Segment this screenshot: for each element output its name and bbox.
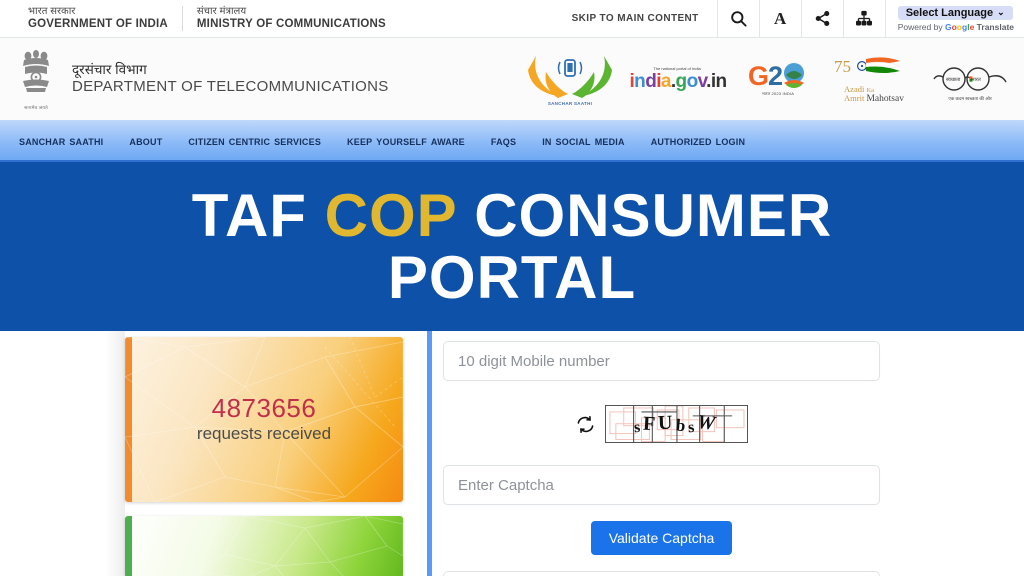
skip-to-main-content-link[interactable]: SKIP TO MAIN CONTENT (554, 0, 717, 38)
department-name-english: DEPARTMENT OF TELECOMMUNICATIONS (72, 78, 389, 96)
azadi-line2: Ka (866, 86, 875, 94)
search-icon[interactable] (716, 0, 759, 38)
mobile-number-placeholder: 10 digit Mobile number (458, 352, 610, 370)
nav-item-in-social-media[interactable]: In Social Media (529, 133, 638, 148)
form-column: 10 digit Mobile number sFUbsW Enter Capt… (427, 331, 1024, 576)
sanchar-saathi-label: SANCHAR SAATHI (547, 100, 593, 106)
font-size-icon[interactable]: A (758, 0, 801, 38)
emblem-motto: सत्यमेव जयते (24, 105, 48, 110)
government-of-india-block: भारत सरकार GOVERNMENT OF INDIA (0, 6, 182, 31)
stat-card-requests-received: 4873656 requests received (125, 337, 403, 502)
india-gov-wordmark: india.gov.in (629, 71, 727, 92)
captcha-display-row: sFUbsW (443, 405, 880, 443)
gov-india-hindi: भारत सरकार (28, 6, 76, 18)
g20-subtitle: भारत 2023 INDIA (761, 91, 795, 96)
captcha-text: sFUbsW (633, 410, 720, 436)
nav-item-faqs[interactable]: FAQs (478, 133, 529, 148)
banner-taf: TAF (191, 182, 325, 250)
top-utility-bar: भारत सरकार GOVERNMENT OF INDIA संचार मंत… (0, 0, 1024, 38)
banner-cop: COP (324, 182, 457, 250)
ministry-english: MINISTRY OF COMMUNICATIONS (196, 17, 386, 30)
government-identity: भारत सरकार GOVERNMENT OF INDIA संचार मंत… (0, 6, 400, 31)
chevron-down-icon: ⌄ (997, 7, 1005, 17)
powered-by-google-translate: Powered by Google Translate (897, 21, 1014, 32)
stat-card-body (125, 516, 403, 576)
india-gov-in-logo[interactable]: The national portal of India india.gov.i… (629, 59, 727, 99)
stat-label: requests received (196, 424, 332, 444)
department-name-hindi: दूरसंचार विभाग (72, 61, 147, 77)
main-navigation: Sanchar Saathi About Citizen Centric Ser… (0, 120, 1024, 162)
g20-wordmark: G2 (747, 60, 783, 91)
azadi-line3: Amrit (844, 93, 865, 103)
gov-india-english: GOVERNMENT OF INDIA (28, 17, 168, 30)
banner-title-line1: TAF COP CONSUMER (192, 185, 832, 246)
powered-by-label: Powered by (897, 21, 943, 32)
mobile-number-input[interactable]: 10 digit Mobile number (443, 341, 880, 381)
language-selector[interactable]: Select Language ⌄ Powered by Google Tran… (884, 0, 1024, 38)
column-divider (427, 331, 432, 576)
share-icon[interactable] (800, 0, 843, 38)
font-size-glyph: A (774, 8, 787, 28)
azadi-line1: Azadi (844, 83, 865, 94)
partner-logos: SANCHAR SAATHI The national portal of In… (522, 50, 1024, 108)
nav-item-about[interactable]: About (116, 133, 175, 148)
nav-item-citizen-centric-services[interactable]: Citizen Centric Services (175, 133, 334, 148)
additional-input-field[interactable] (443, 571, 880, 576)
translate-label: Translate (976, 21, 1014, 32)
captcha-input-placeholder: Enter Captcha (458, 476, 554, 494)
refresh-icon[interactable] (576, 415, 595, 434)
swachh-bharat-tagline: एक कदम स्वच्छता की ओर (948, 96, 992, 101)
swachh-bharat-logo[interactable]: स्वच्छता भारत एक कदम स्वच्छता की ओर (930, 56, 1010, 102)
sitemap-icon[interactable] (842, 0, 885, 38)
captcha-input[interactable]: Enter Captcha (443, 465, 880, 505)
azadi-line4: Mahotsav (866, 94, 904, 104)
captcha-image: sFUbsW (604, 405, 748, 443)
g20-logo[interactable]: G2 भारत 2023 INDIA (738, 55, 818, 103)
azadi-ka-amrit-mahotsav-logo[interactable]: 75 Azadi Ka Amrit Mahotsav (832, 53, 916, 105)
department-header: सत्यमेव जयते दूरसंचार विभाग DEPARTMENT O… (0, 38, 1024, 120)
validate-captcha-button[interactable]: Validate Captcha (590, 521, 733, 555)
select-language-pill[interactable]: Select Language ⌄ (897, 5, 1013, 20)
ministry-hindi: संचार मंत्रालय (196, 6, 247, 18)
svg-text:स्वच्छता: स्वच्छता (946, 77, 961, 83)
national-emblem-icon: सत्यमेव जयते (16, 47, 56, 111)
page-root: भारत सरकार GOVERNMENT OF INDIA संचार मंत… (0, 0, 1024, 576)
statistics-column: 4873656 requests received (0, 331, 427, 576)
svg-text:भारत: भारत (971, 77, 981, 83)
page-title-banner: TAF COP CONSUMER PORTAL (0, 162, 1024, 331)
stat-card-body: 4873656 requests received (125, 337, 403, 502)
validate-button-row: Validate Captcha (443, 521, 880, 555)
banner-title-line2: PORTAL (387, 243, 637, 311)
select-language-label: Select Language (905, 6, 994, 19)
stat-card-secondary (125, 516, 403, 576)
svg-text:75: 75 (834, 57, 851, 76)
stat-value: 4873656 (211, 392, 317, 423)
nav-item-keep-yourself-aware[interactable]: Keep Yourself Aware (334, 133, 478, 148)
nav-item-sanchar-saathi[interactable]: Sanchar Saathi (6, 133, 116, 148)
top-bar-controls: SKIP TO MAIN CONTENT A Select Language ⌄… (554, 0, 1024, 38)
department-title-block: दूरसंचार विभाग DEPARTMENT OF TELECOMMUNI… (72, 62, 389, 96)
main-content: 4873656 requests received 10 digit Mobil… (0, 331, 1024, 576)
nav-item-authorized-login[interactable]: Authorized Login (638, 133, 758, 148)
banner-consumer: CONSUMER (456, 182, 833, 250)
ministry-block: संचार मंत्रालय MINISTRY OF COMMUNICATION… (181, 6, 400, 31)
sanchar-saathi-logo[interactable]: SANCHAR SAATHI (522, 50, 618, 108)
